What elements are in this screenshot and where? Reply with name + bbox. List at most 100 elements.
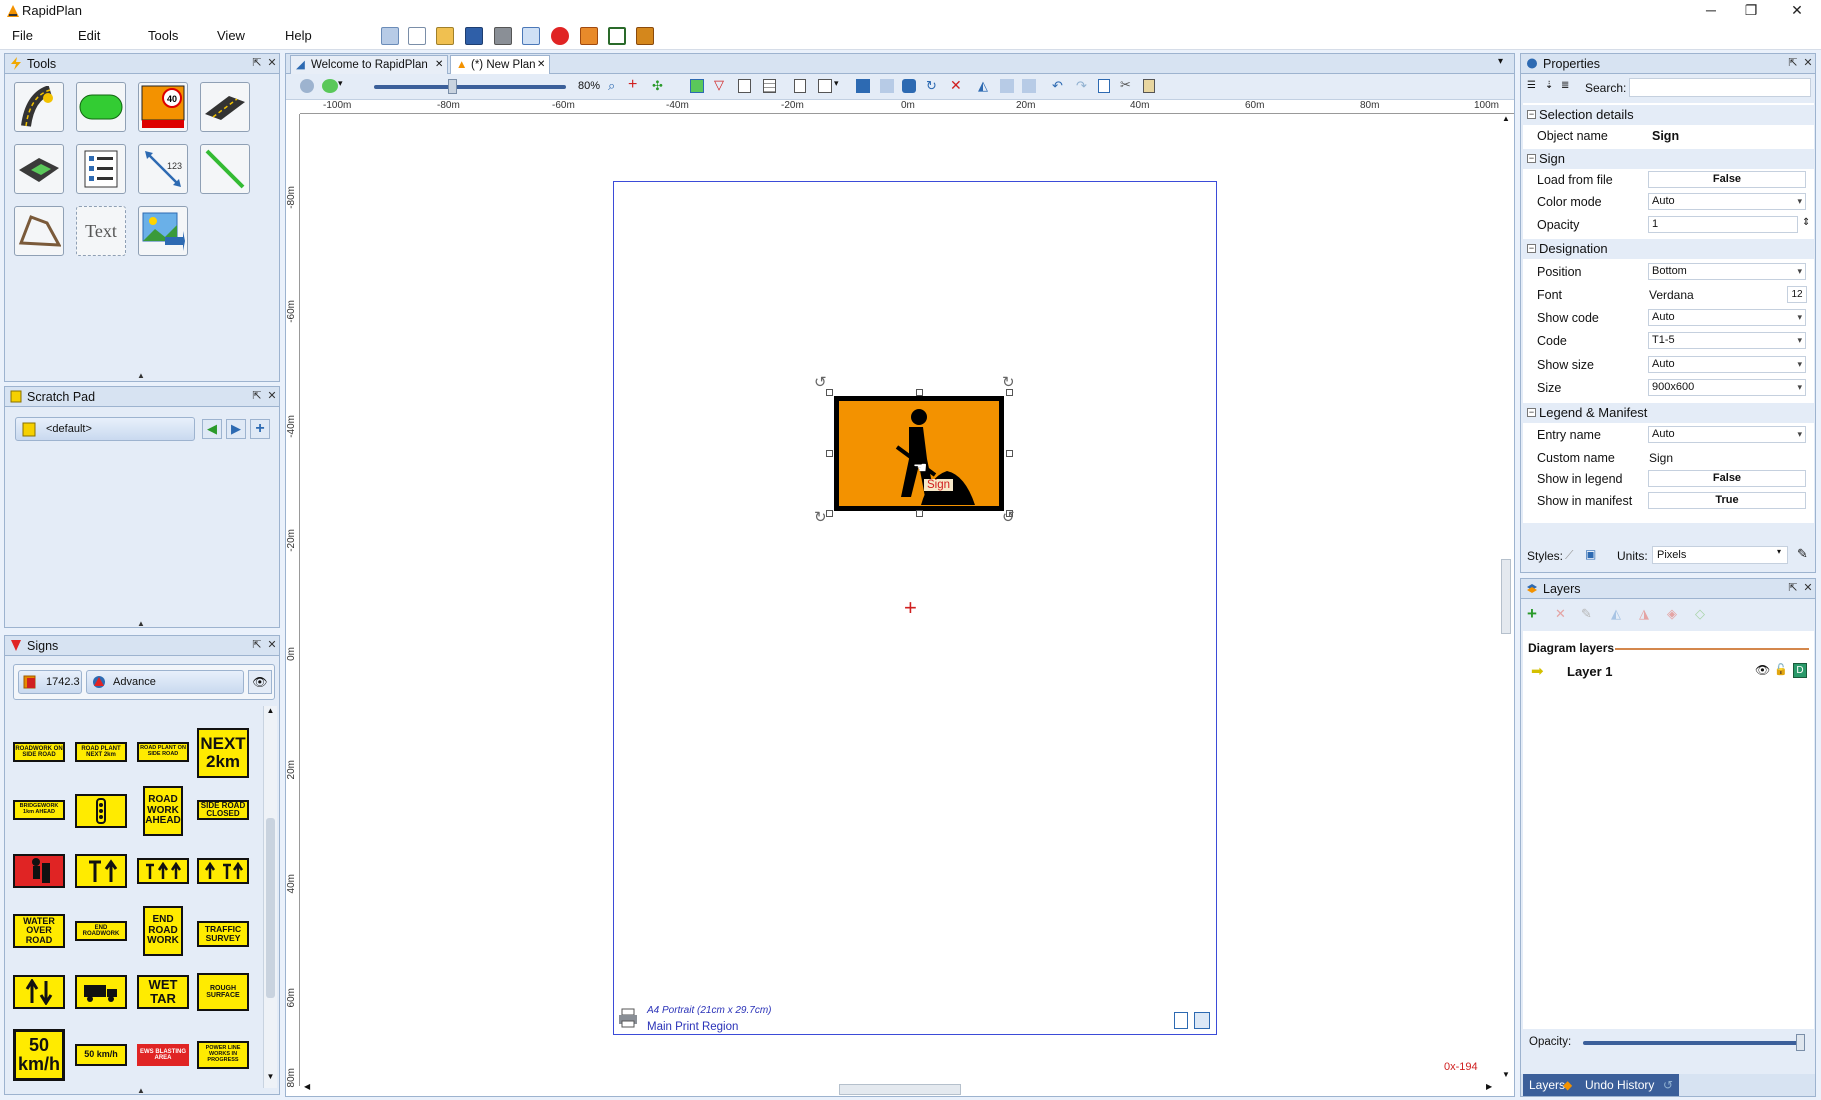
collapse-icon[interactable]: − [1527,244,1536,253]
show-in-legend-toggle[interactable]: False [1648,470,1806,487]
list-icon[interactable]: ≣ [1561,80,1569,91]
layer-opacity-slider[interactable] [1583,1041,1801,1045]
lock-icon[interactable]: 🔓 [1774,663,1788,676]
road-tool-button[interactable] [14,82,64,132]
size-select[interactable]: 900x600 [1648,379,1806,396]
scroll-thumb[interactable] [266,818,275,998]
move-down-icon[interactable]: ◮ [1639,606,1649,622]
road-segment-tool-button[interactable] [200,82,250,132]
code-select[interactable]: T1-5 [1648,332,1806,349]
delete-layer-icon[interactable]: ✕ [1555,606,1566,622]
text-tool-button[interactable]: Text [76,206,126,256]
resize-handle[interactable] [826,450,833,457]
color-mode-select[interactable]: Auto [1648,193,1806,210]
sign-end-road-work[interactable]: END ROAD WORK [143,906,183,956]
crosshair-icon[interactable]: + [628,76,637,94]
rotate-handle-icon[interactable]: ↺ [1002,508,1015,526]
sign-two-way-arrows[interactable] [13,975,65,1009]
tab-layers[interactable]: Layers ◆ [1523,1074,1579,1096]
font-size-field[interactable]: 12 [1787,286,1807,303]
custom-name-value[interactable]: Sign [1649,451,1673,465]
edit-layer-icon[interactable]: ✎ [1581,606,1592,622]
group-icon[interactable] [856,79,870,93]
vertical-scrollbar[interactable]: ▲ ▼ [1498,114,1514,1086]
pin-icon[interactable]: ⇱ [250,389,264,403]
redo-icon[interactable]: ↷ [1076,78,1087,94]
sign-next-2km[interactable]: NEXT 2km [197,728,249,778]
collapse-grip-icon[interactable]: ▲ [137,1086,145,1095]
grid-view-icon[interactable] [763,79,776,93]
pill-shape-tool-button[interactable] [76,82,126,132]
dropdown-arrow-icon[interactable]: ▾ [834,78,839,89]
delete-x-icon[interactable]: ✕ [950,77,962,94]
move-up-icon[interactable]: ◭ [1611,606,1621,622]
show-size-select[interactable]: Auto [1648,356,1806,373]
page-preview-icon[interactable] [1194,1012,1210,1029]
edit-units-icon[interactable]: ✎ [1797,546,1808,562]
show-code-select[interactable]: Auto [1648,309,1806,326]
list-view-icon[interactable] [738,79,751,93]
sign-rough-surface[interactable]: ROUGH SURFACE [197,973,249,1011]
snap-icon[interactable]: ✣ [652,78,663,94]
menu-edit[interactable]: Edit [78,28,100,43]
close-document-icon[interactable] [551,27,569,45]
horizontal-scrollbar[interactable]: ◀ ▶ [300,1082,1498,1096]
sign-traffic-signals[interactable] [75,794,127,828]
opacity-slider-thumb[interactable] [1796,1034,1805,1051]
collapse-grip-icon[interactable]: ▲ [137,371,145,380]
legend-tool-button[interactable] [76,144,126,194]
sign-end-roadwork[interactable]: END ROADWORK [75,921,127,941]
rotate-handle-icon[interactable]: ↻ [814,508,827,526]
resize-handle[interactable] [916,510,923,517]
tab-close-icon[interactable]: ✕ [537,56,545,74]
sign-blasting-area[interactable]: EWS BLASTING AREA [137,1044,189,1066]
duplicate-layer-icon[interactable]: ◇ [1695,606,1705,622]
scroll-thumb[interactable] [1501,559,1511,634]
tab-new-plan[interactable]: ▲ (*) New Plan ✕ [450,55,550,74]
image-view-icon[interactable] [690,79,704,93]
measure-tool-button[interactable]: 123 [138,144,188,194]
resize-handle[interactable] [826,510,833,517]
section-legend-manifest[interactable]: − Legend & Manifest [1523,403,1814,423]
menu-tools[interactable]: Tools [148,28,178,43]
page-icon[interactable] [794,79,806,93]
menu-file[interactable]: File [12,28,33,43]
visibility-eye-icon[interactable]: 👁 [1755,663,1770,677]
flip-icon[interactable]: ◭ [978,78,988,94]
undo-icon[interactable]: ↶ [1052,78,1063,94]
sign-road-plant-on-side-road[interactable]: ROAD PLANT ON SIDE ROAD [137,742,189,762]
scroll-right-icon[interactable]: ▶ [1486,1082,1492,1091]
categorized-icon[interactable]: ☰ [1527,80,1536,91]
dropdown-arrow-icon[interactable]: ▾ [338,78,343,89]
previous-arrow-icon[interactable]: ◀ [202,419,222,439]
print-icon[interactable] [494,27,512,45]
close-icon[interactable]: ✕ [265,389,279,403]
resize-handle[interactable] [826,389,833,396]
resize-handle[interactable] [916,389,923,396]
cut-scissors-icon[interactable]: ✂ [1120,77,1131,93]
collapse-grip-icon[interactable]: ▲ [137,619,145,628]
scratch-pad-selector[interactable]: <default> [15,417,195,441]
close-icon[interactable]: ✕ [265,56,279,70]
sign-workers-red[interactable] [13,854,65,888]
open-folder-icon[interactable] [436,27,454,45]
next-arrow-icon[interactable]: ▶ [226,419,246,439]
signs-scrollbar[interactable]: ▲ ▼ [263,706,277,1088]
image-tool-button[interactable] [138,206,188,256]
exit-icon[interactable] [636,27,654,45]
catalog-selector[interactable]: 1742.3 [18,670,82,694]
section-designation[interactable]: − Designation [1523,239,1814,259]
scroll-left-icon[interactable]: ◀ [304,1082,310,1091]
sign-wet-tar[interactable]: WET TAR [137,975,189,1009]
new-file-icon[interactable] [408,27,426,45]
show-in-manifest-toggle[interactable]: True [1648,492,1806,509]
close-icon[interactable]: ✕ [265,638,279,652]
pin-icon[interactable]: ⇱ [1786,56,1800,70]
close-icon[interactable]: ✕ [1801,56,1815,70]
ungroup-icon[interactable] [880,79,894,93]
tab-undo-history[interactable]: Undo History ↺ [1579,1074,1679,1096]
zoom-slider[interactable] [374,85,566,89]
layer-type-badge-icon[interactable]: D [1793,663,1807,678]
sign-traffic-survey[interactable]: TRAFFIC SURVEY [197,921,249,947]
binoculars-icon[interactable]: 👁 [248,670,272,694]
